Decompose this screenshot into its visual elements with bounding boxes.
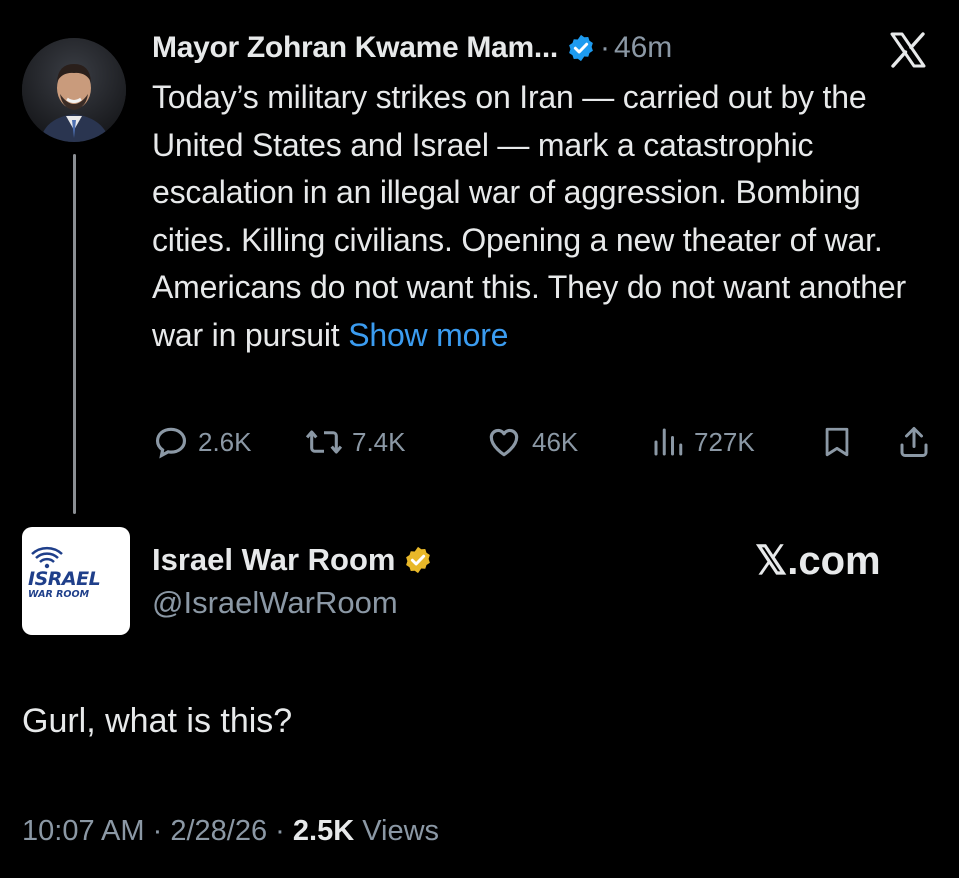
views-icon: [654, 428, 683, 456]
x-com-brand: 𝕏.com: [755, 539, 881, 583]
like-count: 46K: [532, 426, 579, 457]
reply-icon: [155, 427, 187, 459]
author-avatar[interactable]: [22, 38, 126, 142]
meta-separator: ·: [275, 815, 285, 847]
share-button[interactable]: [896, 420, 940, 464]
views-count: 727K: [694, 426, 755, 457]
main-author-row: Israel War Room: [152, 538, 433, 582]
share-icon: [900, 427, 928, 457]
show-more-link[interactable]: Show more: [348, 317, 508, 353]
main-author-name[interactable]: Israel War Room: [152, 542, 395, 578]
reply-count: 2.6K: [198, 426, 252, 457]
main-author-handle[interactable]: @IsraelWarRoom: [152, 585, 398, 621]
thread-connector-line: [73, 154, 76, 514]
quoted-tweet-text: Today’s military strikes on Iran — carri…: [152, 79, 906, 353]
like-button[interactable]: 46K: [484, 420, 578, 464]
quoted-author-name[interactable]: Mayor Zohran Kwame Mam...: [152, 31, 558, 65]
tweet-time[interactable]: 10:07 AM: [22, 815, 145, 847]
quoted-timestamp[interactable]: 46m: [614, 31, 672, 65]
avatar-photo: [22, 38, 126, 142]
gold-verified-badge-icon: [406, 546, 431, 574]
tweet-date[interactable]: 2/28/26: [170, 815, 267, 847]
verified-badge-icon: [569, 34, 593, 62]
bookmark-button[interactable]: [820, 420, 862, 464]
like-icon: [489, 428, 519, 457]
tweet-views-count[interactable]: 2.5K: [293, 815, 354, 847]
tweet-metadata: 10:07 AM · 2/28/26 · 2.5K Views: [22, 815, 439, 848]
repost-button[interactable]: 7.4K: [304, 420, 406, 464]
logo-text-bottom: WAR ROOM: [28, 589, 90, 600]
tweet-views-label: Views: [362, 815, 440, 847]
main-tweet-text: Gurl, what is this?: [22, 702, 293, 740]
quoted-tweet-actions: 2.6K 7.4K 46K 727K: [152, 420, 942, 464]
repost-icon: [305, 430, 343, 454]
separator-dot: ·: [599, 31, 610, 64]
israel-war-room-logo[interactable]: ISRAEL WAR ROOM: [22, 527, 130, 635]
quoted-tweet-body: Today’s military strikes on Iran — carri…: [152, 74, 942, 359]
repost-count: 7.4K: [352, 426, 406, 457]
quoted-author-row: Mayor Zohran Kwame Mam... · 46m: [152, 26, 672, 70]
views-button[interactable]: 727K: [650, 420, 755, 464]
logo-text-top: ISRAEL: [28, 568, 101, 590]
x-logo-icon[interactable]: [888, 30, 928, 70]
meta-separator: ·: [152, 815, 163, 847]
bookmark-icon: [825, 427, 849, 457]
reply-button[interactable]: 2.6K: [152, 420, 252, 464]
